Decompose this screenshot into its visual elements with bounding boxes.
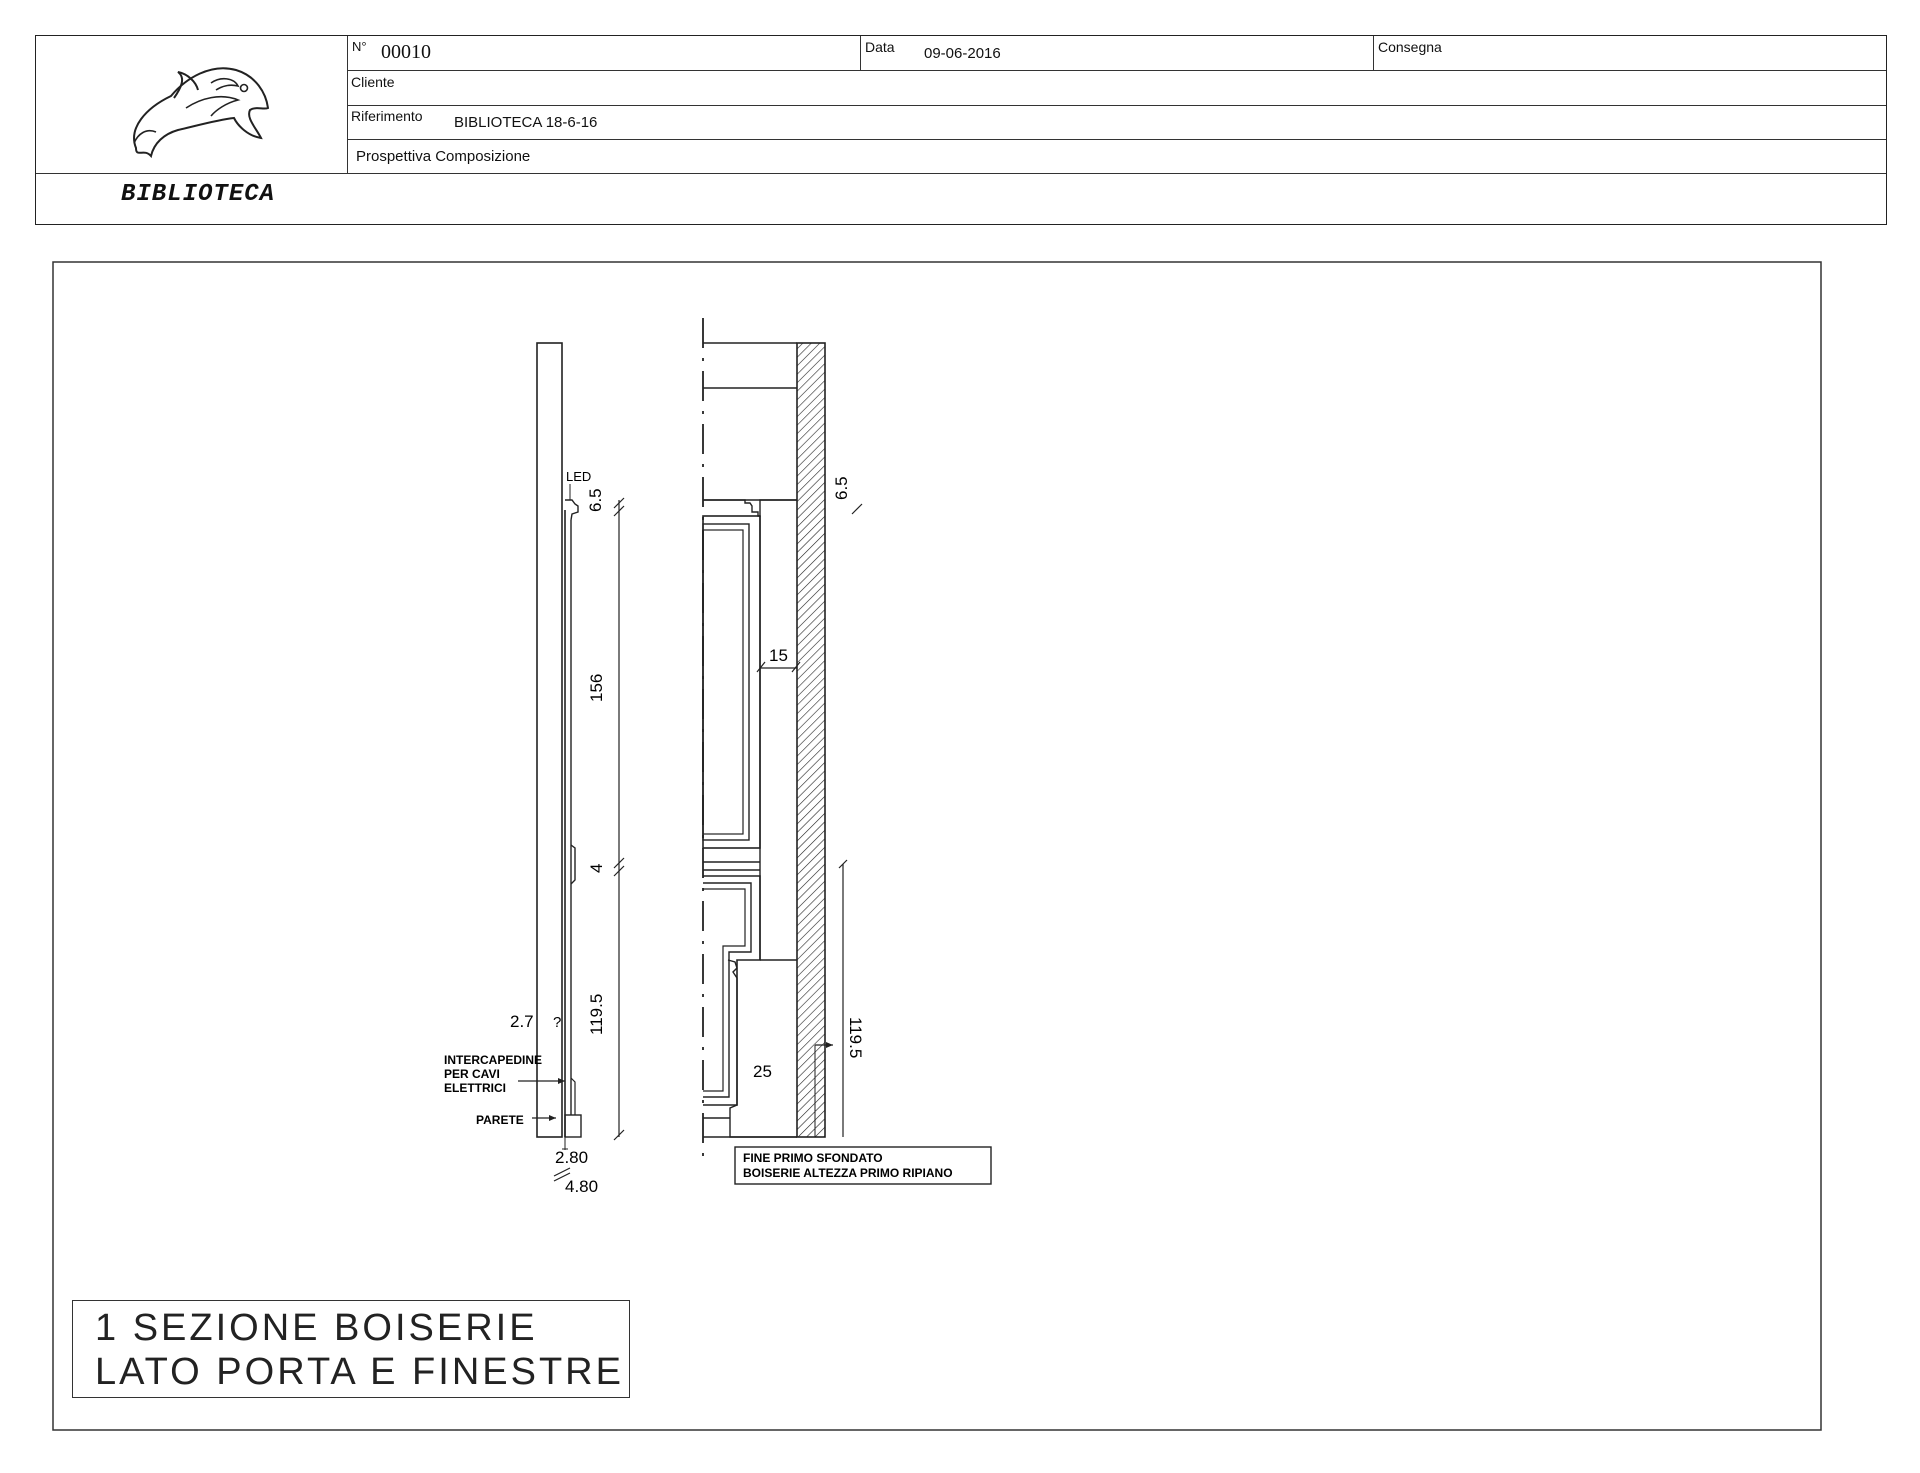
dim-bottom-1: 2.80 — [555, 1148, 588, 1167]
dim-bottom-2: 4.80 — [565, 1177, 598, 1196]
top-cornice — [565, 499, 579, 521]
dim-side: 2.7 — [510, 1012, 534, 1031]
wall-label: PARETE — [476, 1113, 524, 1127]
dim-lower-right: 119.5 — [846, 1017, 865, 1058]
upper-panel-outer — [702, 515, 761, 849]
middle-rail — [703, 861, 760, 871]
dim-top-left: 6.5 — [586, 488, 605, 512]
upper-panel-inner — [702, 529, 744, 835]
drawing-frame — [52, 261, 1822, 1431]
dim-base: 25 — [753, 1062, 772, 1081]
dim-depth: 15 — [769, 646, 788, 665]
hatched-wall — [796, 342, 826, 1138]
caption-box: 1 SEZIONE BOISERIE LATO PORTA E FINESTRE — [72, 1300, 630, 1398]
note-line-1: FINE PRIMO SFONDATO — [743, 1151, 883, 1165]
led-label: LED — [566, 469, 591, 484]
dim-lower-left: 119.5 — [587, 994, 606, 1035]
cavity-label-1: INTERCAPEDINE — [444, 1053, 542, 1067]
caption-line-2: LATO PORTA E FINESTRE — [95, 1351, 624, 1393]
dim-mid-left: 4 — [587, 864, 606, 873]
base-block — [564, 1114, 582, 1138]
right-section: 15 25 6.5 119.5 FINE PRIMO SFONDATO BOIS… — [702, 318, 992, 1185]
cavity-label-3: ELETTRICI — [444, 1081, 506, 1095]
note-line-2: BOISERIE ALTEZZA PRIMO RIPIANO — [743, 1166, 953, 1180]
upper-panel-mid — [702, 523, 750, 841]
cavity-label-2: PER CAVI — [444, 1067, 500, 1081]
lower-panel-mid — [703, 882, 752, 1098]
dim-side-mark: ? — [553, 1014, 561, 1031]
technical-drawing: LED 6.5 156 4 119.5 2.7 ? INTERCAPEDINE … — [52, 261, 1822, 1431]
upper-cornice — [703, 499, 797, 517]
base-molding — [703, 959, 797, 1138]
lower-panel-inner — [703, 888, 746, 1092]
dim-top-right: 6.5 — [832, 476, 851, 500]
left-section: LED 6.5 156 4 119.5 2.7 ? INTERCAPEDINE … — [444, 342, 625, 1196]
dim-main-left: 156 — [587, 674, 606, 702]
caption-line-1: 1 SEZIONE BOISERIE — [95, 1307, 538, 1349]
